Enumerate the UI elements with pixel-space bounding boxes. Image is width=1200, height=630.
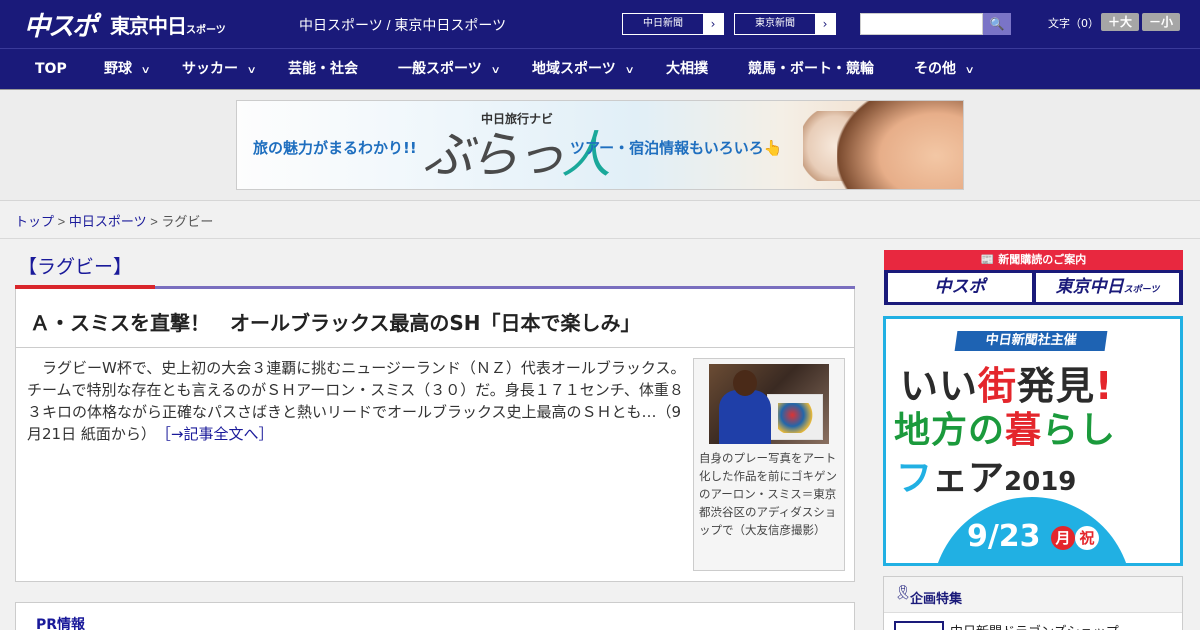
banner-left-text: 旅の魅力がまるわかり!! [253,139,417,157]
nav-item-other[interactable]: その他 ∨ [914,49,975,89]
artwork-canvas [767,394,823,440]
chunichi-select-label: 中日新聞 [643,18,683,29]
article-summary: ラグビーW杯で、史上初の大会３連覇に挑むニュージーランド（ＮＺ）代表オールブラッ… [27,357,687,445]
search-button[interactable]: 🔍 [983,13,1011,35]
divider [0,238,1200,239]
sub-tokyo-text: 東京中日 [1055,277,1124,297]
tokyo-shimbun-select[interactable]: 東京新聞 › [734,13,836,35]
fair-sponsor: 中日新聞社主催 [954,331,1108,351]
article-photo[interactable] [709,364,829,444]
feature-title: 企画特集 [910,592,963,607]
nav-label: 一般スポーツ [398,61,482,77]
chevron-right-icon: › [815,14,835,34]
artwork-splash [778,403,814,433]
article-body-text: ラグビーW杯で、史上初の大会３連覇に挑むニュージーランド（ＮＺ）代表オールブラッ… [27,359,686,443]
pr-title: PR情報 [36,617,86,630]
fair-line-3: フェア2019 [896,449,1076,501]
nav-item-general-sports[interactable]: 一般スポーツ ∨ [398,49,501,89]
chevron-down-icon: ∨ [964,65,975,76]
subscription-box: 📰 新聞購読のご案内 中スポ 東京中日スポーツ [884,250,1183,305]
player-head [733,370,757,396]
ribbon-icon: 🎗 [894,585,912,601]
model-image [837,101,963,189]
fair-line-2: 地方の暮らし [894,401,1116,453]
subscription-heading: 📰 新聞購読のご案内 [884,250,1183,270]
fair-l2-c: らし [1042,410,1117,451]
fair-l2-a: 地方の [894,410,1006,451]
search-icon: 🔍 [989,17,1005,31]
chevron-down-icon: ∨ [624,65,635,76]
top-bar: 中スポ 東京中日スポーツ 中日スポーツ / 東京中日スポーツ 中日新聞 › 東京… [0,0,1200,48]
nav-label: TOP [35,61,67,77]
feature-thumbnail[interactable] [894,621,944,630]
category-heading: 【ラグビー】 [18,256,133,278]
font-smaller-button[interactable]: －小 [1142,13,1180,31]
tokyo-logo-small: スポーツ [186,25,226,36]
chuspo-logo[interactable]: 中スポ [24,6,98,43]
nav-label: 芸能・社会 [288,61,358,77]
nav-item-entertainment[interactable]: 芸能・社会 [288,49,358,89]
chevron-down-icon: ∨ [140,65,151,76]
fair-l2-b: 暮 [1005,410,1043,451]
tokyo-logo-text: 東京中日 [110,14,187,38]
chunichi-shimbun-select[interactable]: 中日新聞 › [622,13,724,35]
breadcrumb-current: ラグビー [161,214,214,229]
photo-caption: 自身のプレー写真をアート化した作品を前にゴキゲンのアーロン・スミス＝東京都渋谷区… [699,451,837,537]
nav-item-baseball[interactable]: 野球 ∨ [104,49,151,89]
tokyo-select-label: 東京新聞 [755,18,795,29]
player-shirt [719,390,771,444]
fair-l3-c: 2019 [1004,467,1077,497]
fair-date: 9/23 月祝 [886,519,1180,554]
chevron-down-icon: ∨ [246,65,257,76]
feature-header: 🎗 企画特集 [884,577,1182,613]
subscribe-tokyo-button[interactable]: 東京中日スポーツ [1036,273,1179,302]
nav-label: 野球 [104,61,132,77]
read-more-link[interactable]: ［→記事全文へ］ [163,425,273,443]
breadcrumb-separator: > [146,214,162,229]
breadcrumb-home[interactable]: トップ [15,214,54,229]
divider [16,347,854,348]
banner-right-text: ツアー・宿泊情報もいろいろ👆 [570,139,783,157]
fair-date-text: 9/23 [966,519,1041,554]
font-larger-button[interactable]: ＋大 [1101,13,1139,31]
logo-part-a: ぶらっ [423,126,565,184]
nav-item-top[interactable]: TOP [35,49,67,89]
fair-l3-a: フ [896,458,933,499]
nav-label: サッカー [182,61,238,77]
nav-item-sumo[interactable]: 大相撲 [666,49,708,89]
local-life-fair-ad[interactable]: 中日新聞社主催 いい街発見! 地方の暮らし フェア2019 9/23 月祝 [883,316,1183,566]
chevron-down-icon: ∨ [490,65,501,76]
pr-box: PR情報 [15,602,855,630]
travel-ad-banner[interactable]: 旅の魅力がまるわかり!! 中日旅行ナビ ぶらっ人 ツアー・宿泊情報もいろいろ👆 [236,100,964,190]
nav-label: 大相撲 [666,61,708,77]
breadcrumb-section[interactable]: 中日スポーツ [69,214,147,229]
nav-item-racing[interactable]: 競馬・ボート・競輪 [748,49,874,89]
chevron-right-icon: › [703,14,723,34]
nav-label: 競馬・ボート・競輪 [748,61,874,77]
nav-item-soccer[interactable]: サッカー ∨ [182,49,257,89]
feature-box: 🎗 企画特集 中日新聞ドラゴンズショップ [883,576,1183,630]
main-nav: TOP 野球 ∨ サッカー ∨ 芸能・社会 一般スポーツ ∨ 地域スポーツ ∨ 大相撲 … [0,48,1200,90]
article-title[interactable]: Ａ・スミスを直撃！ オールブラックス最高のSH「日本で楽しみ」 [30,307,641,336]
breadcrumb-separator: > [54,214,69,229]
article-card: Ａ・スミスを直撃！ オールブラックス最高のSH「日本で楽しみ」 ラグビーW杯で、… [15,289,855,582]
nav-label: その他 [914,61,956,77]
fair-dow: 月 [1051,525,1076,550]
feature-item[interactable]: 中日新聞ドラゴンズショップ [950,621,1119,630]
photo-box: 自身のプレー写真をアート化した作品を前にゴキゲンのアーロン・スミス＝東京都渋谷区… [693,358,845,571]
search-input[interactable] [860,13,983,35]
sub-tokyo-small: スポーツ [1123,285,1160,295]
subscribe-chuspo-button[interactable]: 中スポ [888,273,1032,302]
nav-item-local-sports[interactable]: 地域スポーツ ∨ [532,49,635,89]
tokyo-chunichi-logo[interactable]: 東京中日スポーツ [110,10,226,39]
banner-area: 旅の魅力がまるわかり!! 中日旅行ナビ ぶらっ人 ツアー・宿泊情報もいろいろ👆 [0,90,1200,201]
nav-label: 地域スポーツ [532,61,616,77]
fair-l3-b: ェア [932,458,1005,499]
site-label: 中日スポーツ / 東京中日スポーツ [299,17,507,33]
font-size-label: 文字（0） [1048,17,1099,30]
breadcrumb: トップ > 中日スポーツ > ラグビー [15,211,213,230]
fair-holiday: 祝 [1075,525,1100,550]
